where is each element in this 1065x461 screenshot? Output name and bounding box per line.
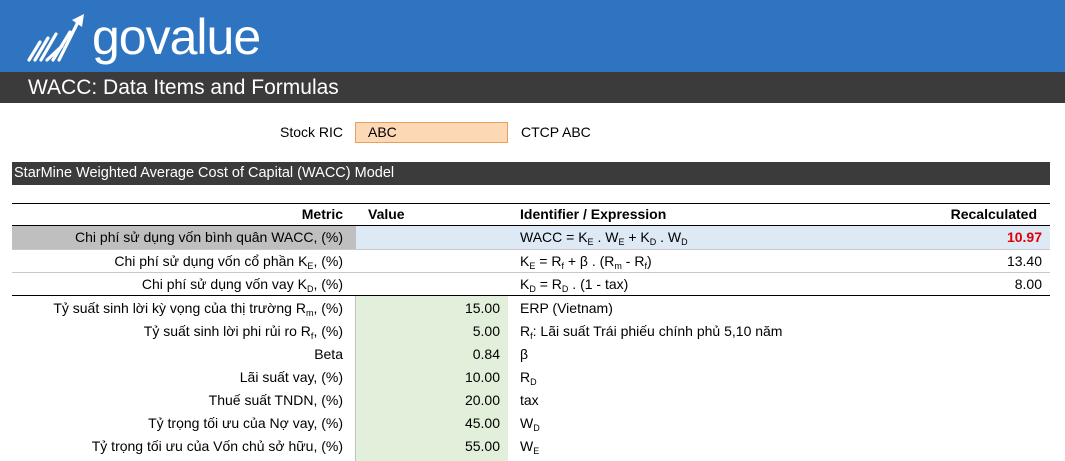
- page-title: WACC: Data Items and Formulas: [28, 76, 339, 99]
- col-header-recalculated: Recalculated: [950, 206, 1037, 222]
- metric-kd: Chi phí sử dụng vốn vay KD, (%): [141, 276, 343, 294]
- recalc-wacc: 10.97: [1006, 229, 1042, 245]
- metric-interest-rate: Lãi suất vay, (%): [239, 369, 343, 385]
- formula-kd: KD = RD . (1 - tax): [520, 276, 629, 294]
- govalue-logo[interactable]: govalue: [26, 8, 261, 66]
- stock-ric-input[interactable]: ABC: [355, 122, 508, 143]
- expr-equity-weight: WE: [520, 438, 540, 456]
- page-title-bar: WACC: Data Items and Formulas: [0, 72, 1065, 103]
- section-header: StarMine Weighted Average Cost of Capita…: [12, 162, 1050, 185]
- input-debt-weight[interactable]: 45.00: [356, 412, 500, 435]
- company-name: CTCP ABC: [521, 124, 591, 140]
- metric-rm: Tỷ suất sinh lời kỳ vọng của thị trường …: [53, 300, 343, 318]
- input-beta[interactable]: 0.84: [356, 343, 500, 366]
- expr-tax: tax: [520, 392, 539, 408]
- input-rm[interactable]: 15.00: [356, 297, 500, 320]
- col-header-expression: Identifier / Expression: [520, 206, 667, 222]
- metric-wacc: Chi phí sử dụng vốn bình quân WACC, (%): [75, 229, 343, 245]
- formula-wacc: WACC = KE . WE + KD . WD: [520, 229, 688, 247]
- wacc-value-highlight: [356, 226, 508, 249]
- metric-beta: Beta: [314, 346, 343, 362]
- recalc-kd: 8.00: [1014, 276, 1042, 292]
- expr-beta: β: [520, 346, 529, 362]
- recalc-ke: 13.40: [1006, 253, 1042, 269]
- top-banner: govalue: [0, 0, 1065, 72]
- logo-text: govalue: [92, 9, 261, 65]
- col-header-value: Value: [368, 206, 405, 222]
- expr-interest-rate: RD: [520, 369, 537, 387]
- metric-tax: Thuế suất TNDN, (%): [208, 392, 343, 408]
- expr-rf: Rf: Lãi suất Trái phiếu chính phủ 5,10 n…: [520, 323, 783, 341]
- stock-ric-label: Stock RIC: [279, 124, 343, 140]
- metric-equity-weight: Tỷ trọng tối ưu của Vốn chủ sở hữu, (%): [91, 438, 343, 454]
- input-equity-weight[interactable]: 55.00: [356, 435, 500, 458]
- expr-debt-weight: WD: [520, 415, 540, 433]
- logo-chart-icon: [27, 14, 84, 62]
- metric-debt-weight: Tỷ trọng tối ưu của Nợ vay, (%): [148, 415, 343, 431]
- col-header-metric: Metric: [301, 206, 343, 222]
- input-tax[interactable]: 20.00: [356, 389, 500, 412]
- metric-rf: Tỷ suất sinh lời phi rủi ro Rf, (%): [143, 323, 343, 341]
- metric-ke: Chi phí sử dụng vốn cổ phần KE, (%): [114, 253, 343, 271]
- formula-ke: KE = Rf + β . (Rm - Rf): [520, 253, 652, 271]
- input-rf[interactable]: 5.00: [356, 320, 500, 343]
- input-interest-rate[interactable]: 10.00: [356, 366, 500, 389]
- expr-rm: ERP (Vietnam): [520, 300, 613, 316]
- section-title: StarMine Weighted Average Cost of Capita…: [14, 165, 395, 181]
- inputs-top-rule: [12, 295, 1050, 296]
